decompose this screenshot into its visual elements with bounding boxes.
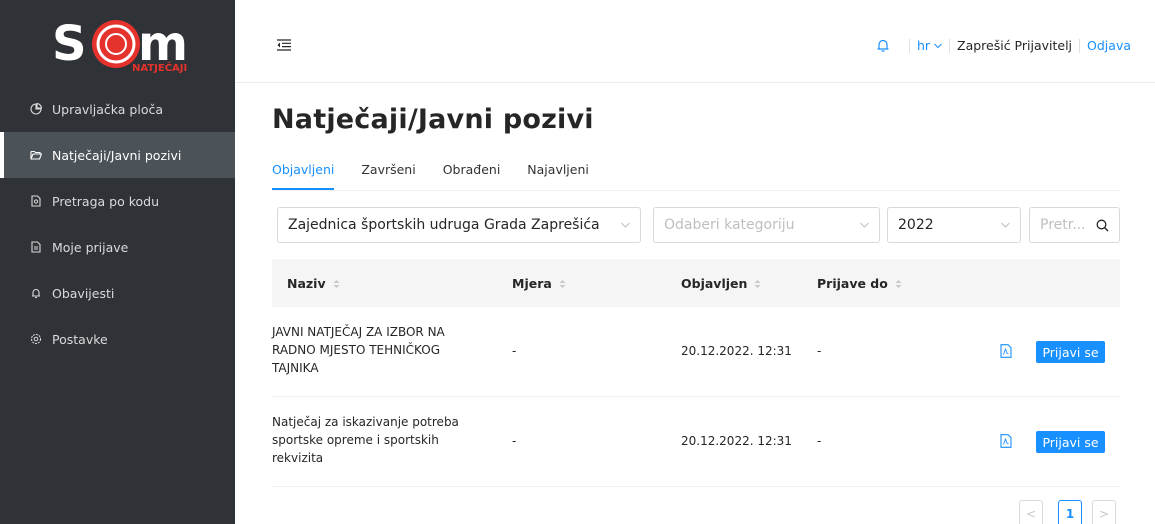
organization-select[interactable]: Zajednica športskih udruga Grada Zapreši… [277,207,641,243]
sidebar: S m NATJEČAJI Upravljačka ploča Natječaj… [0,0,235,524]
apply-button[interactable]: Prijavi se [1036,431,1105,453]
naziv-line: JAVNI NATJEČAJ ZA IZBOR NA [272,325,445,339]
table-row: JAVNI NATJEČAJ ZA IZBOR NA RADNO MJESTO … [272,307,1120,397]
column-label: Mjera [512,276,552,291]
tab-najavljeni[interactable]: Najavljeni [527,162,589,190]
sidebar-item-dashboard[interactable]: Upravljačka ploča [0,86,235,132]
search-placeholder: Pretr... [1040,217,1086,233]
year-select[interactable]: 2022 [887,207,1021,243]
tab-zavrseni[interactable]: Završeni [361,162,415,190]
bell-icon [30,287,42,299]
sidebar-item-natjecaji[interactable]: Natječaji/Javni pozivi [0,132,235,178]
tab-obradeni[interactable]: Obrađeni [443,162,501,190]
sidebar-item-label: Obavijesti [52,285,115,301]
notification-bell-icon[interactable] [876,38,890,53]
naziv-cell: Natječaj za iskazivanje potreba sportske… [272,413,492,467]
chevron-down-icon [860,222,869,228]
chevron-down-icon [1001,222,1010,228]
table-row: Natječaj za iskazivanje potreba sportske… [272,397,1120,487]
sidebar-item-pretraga[interactable]: Pretraga po kodu [0,178,235,224]
file-search-icon [30,195,42,207]
apply-button[interactable]: Prijavi se [1036,341,1105,363]
naziv-line: Natječaj za iskazivanje potreba [272,415,459,429]
sidebar-item-label: Moje prijave [52,239,129,255]
svg-text:S: S [52,16,87,72]
objavljen-cell: 20.12.2022. 12:31 [681,434,792,448]
logout-link[interactable]: Odjava [1087,38,1131,53]
category-placeholder: Odaberi kategoriju [664,217,795,233]
column-header-prijave-do[interactable]: Prijave do [817,276,902,291]
sidebar-item-label: Natječaji/Javni pozivi [52,147,182,163]
naziv-cell: JAVNI NATJEČAJ ZA IZBOR NA RADNO MJESTO … [272,323,492,377]
logo-tagline: NATJEČAJI [132,61,187,74]
organization-value: Zajednica športskih udruga Grada Zapreši… [288,217,600,233]
table-header: Naziv Mjera Objavljen Prijave do [272,259,1120,307]
prijave-do-cell: - [817,434,822,448]
search-icon[interactable] [1096,219,1109,232]
header-actions: hr Zaprešić Prijavitelj Odjava [876,38,1131,53]
sidebar-item-moje-prijave[interactable]: Moje prijave [0,224,235,270]
chevron-down-icon [934,43,942,48]
sidebar-item-obavijesti[interactable]: Obavijesti [0,270,235,316]
menu-fold-icon[interactable] [277,36,291,51]
naziv-line: TAJNIKA [272,361,319,375]
naziv-line: sportske opreme i sportskih [272,433,439,447]
folder-open-icon [30,149,42,161]
mjera-cell: - [512,434,517,448]
category-select[interactable]: Odaberi kategoriju [653,207,880,243]
tabs-divider [272,190,1120,191]
sidebar-item-postavke[interactable]: Postavke [0,316,235,362]
page-title: Natječaji/Javni pozivi [272,104,594,135]
sort-icon [895,279,902,288]
sidebar-item-label: Pretraga po kodu [52,193,159,209]
status-tabs: Objavljeni Završeni Obrađeni Najavljeni [272,162,616,190]
column-label: Prijave do [817,276,888,291]
column-label: Naziv [287,276,326,291]
sort-icon [754,279,761,288]
pagination-next[interactable]: > [1092,500,1116,524]
chevron-down-icon [621,222,630,228]
sort-icon [559,279,566,288]
naziv-line: RADNO MJESTO TEHNIČKOG [272,343,441,357]
sidebar-item-label: Postavke [52,331,108,347]
column-header-naziv[interactable]: Naziv [287,276,340,291]
language-label: hr [916,38,931,53]
pie-chart-icon [30,103,42,115]
naziv-line: rekvizita [272,451,324,465]
sort-icon [333,279,340,288]
gear-icon [30,333,42,345]
column-header-mjera[interactable]: Mjera [512,276,566,291]
column-header-objavljen[interactable]: Objavljen [681,276,761,291]
year-value: 2022 [898,217,934,233]
sidebar-nav: Upravljačka ploča Natječaji/Javni pozivi… [0,86,235,362]
app-logo[interactable]: S m NATJEČAJI [50,10,195,78]
divider [949,38,951,53]
prijave-do-cell: - [817,344,822,358]
sidebar-item-label: Upravljačka ploča [52,101,163,117]
divider [1079,38,1081,53]
search-input[interactable]: Pretr... [1029,207,1120,243]
column-label: Objavljen [681,276,748,291]
objavljen-cell: 20.12.2022. 12:31 [681,344,792,358]
pagination-page-1[interactable]: 1 [1058,500,1082,524]
mjera-cell: - [512,344,517,358]
top-header: hr Zaprešić Prijavitelj Odjava [235,0,1155,83]
user-name: Zaprešić Prijavitelj [957,38,1073,53]
pdf-file-icon[interactable] [1000,434,1012,448]
pdf-file-icon[interactable] [1000,344,1012,358]
divider [908,38,910,53]
language-select[interactable]: hr [917,38,942,53]
tab-objavljeni[interactable]: Objavljeni [272,162,335,190]
pagination-prev[interactable]: < [1019,500,1043,524]
file-text-icon [30,241,42,253]
